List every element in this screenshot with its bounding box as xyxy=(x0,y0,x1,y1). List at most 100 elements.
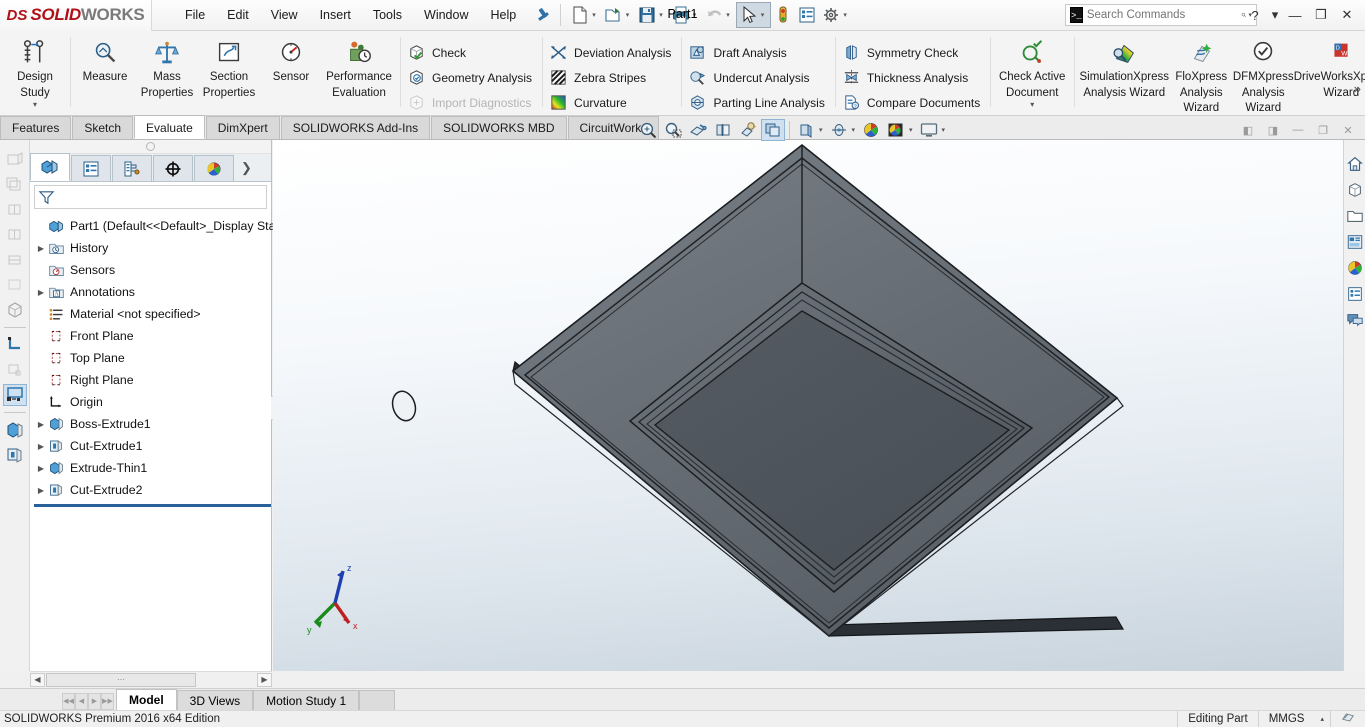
new-sketch-plane-button[interactable] xyxy=(2,384,27,406)
hide-show-items-button[interactable] xyxy=(794,119,818,141)
search-commands-box[interactable]: >_ ▾ xyxy=(1065,4,1257,26)
menu-item-file[interactable]: File xyxy=(174,5,216,25)
status-overlay-icon[interactable] xyxy=(1330,710,1365,727)
menu-item-tools[interactable]: Tools xyxy=(362,5,413,25)
design-library-button[interactable] xyxy=(1345,180,1365,200)
floxpress-button[interactable]: FloXpress Analysis Wizard xyxy=(1170,34,1232,115)
section-properties-button[interactable]: Section Properties xyxy=(198,34,260,99)
restore-button[interactable]: ❐ xyxy=(1309,3,1333,27)
menu-item-window[interactable]: Window xyxy=(413,5,479,25)
tree-node-boss-extrude1[interactable]: ▶ Boss-Extrude1 xyxy=(34,413,271,435)
solidworks-forum-button[interactable] xyxy=(1345,310,1365,330)
view-orientation-right-button[interactable] xyxy=(3,224,27,246)
extruded-cut-button[interactable] xyxy=(3,444,27,466)
view-orientation-left-button[interactable] xyxy=(3,199,27,221)
tab-sketch[interactable]: Sketch xyxy=(72,116,134,139)
view-orientation-top-button[interactable] xyxy=(3,249,27,271)
tree-node-part-root[interactable]: Part1 (Default<<Default>_Display State xyxy=(34,215,286,237)
measure-button[interactable]: Measure xyxy=(74,34,136,84)
close-button[interactable]: ✕ xyxy=(1335,3,1359,27)
options-sheet-button[interactable] xyxy=(795,2,819,28)
graphics-viewport[interactable]: z x y xyxy=(273,140,1343,671)
view-orientation-front-button[interactable] xyxy=(3,149,27,171)
scroll-thumb[interactable]: ⋯ xyxy=(46,672,196,687)
tab-motion-study-1[interactable]: Motion Study 1 xyxy=(253,690,360,710)
chevron-down-icon[interactable]: ▾ xyxy=(726,11,730,19)
tab-3d-views[interactable]: 3D Views xyxy=(176,690,254,710)
sensor-button[interactable]: Sensor xyxy=(260,34,322,84)
panel-grip[interactable] xyxy=(30,140,271,154)
scroll-right-arrow-icon[interactable]: ▶ xyxy=(257,672,272,687)
help-dropdown-icon[interactable]: ▾ xyxy=(1269,3,1281,27)
restore-doc-right-icon[interactable]: ◨ xyxy=(1262,120,1284,140)
geometry-analysis-button[interactable]: Geometry Analysis xyxy=(404,65,538,90)
deviation-analysis-button[interactable]: Deviation Analysis xyxy=(546,40,677,65)
custom-properties-button[interactable] xyxy=(1345,284,1365,304)
dimxpert-manager-tab[interactable] xyxy=(153,155,193,181)
view-orientation-button[interactable] xyxy=(711,119,735,141)
configuration-manager-tab[interactable] xyxy=(112,155,152,181)
chevron-down-icon[interactable]: ▾ xyxy=(819,126,823,134)
check-button[interactable]: Check xyxy=(404,40,538,65)
draft-analysis-button[interactable]: Draft Analysis xyxy=(685,40,830,65)
file-explorer-button[interactable] xyxy=(1345,206,1365,226)
chevron-down-icon[interactable]: ▾ xyxy=(33,100,37,109)
chevron-down-icon[interactable]: ▾ xyxy=(852,126,856,134)
tree-node-material[interactable]: Material <not specified> xyxy=(34,303,271,325)
tree-expand-arrow[interactable]: ▶ xyxy=(34,486,48,495)
options-gear-button[interactable]: ▾ xyxy=(819,2,853,28)
mass-properties-button[interactable]: Mass Properties xyxy=(136,34,198,99)
feature-tree-horizontal-scrollbar[interactable]: ◀ ⋯ ▶ xyxy=(30,671,272,687)
feature-tree-filter[interactable] xyxy=(34,185,267,209)
maximize-doc-icon[interactable]: ❐ xyxy=(1312,120,1334,140)
minimize-button[interactable]: — xyxy=(1283,3,1307,27)
rebuild-button[interactable] xyxy=(771,2,795,28)
tree-expand-arrow[interactable]: ▶ xyxy=(34,288,48,297)
tree-expand-arrow[interactable]: ▶ xyxy=(34,464,48,473)
display-style-button[interactable] xyxy=(761,119,785,141)
chevron-down-icon[interactable]: ▾ xyxy=(843,11,847,19)
restore-doc-left-icon[interactable]: ◧ xyxy=(1237,120,1259,140)
undo-button[interactable]: ▾ xyxy=(702,2,736,28)
curvature-button[interactable]: Curvature xyxy=(546,90,677,115)
tab-nav-prev-icon[interactable]: ◀ xyxy=(75,692,88,710)
tree-node-annotations[interactable]: ▶ A Annotations xyxy=(34,281,271,303)
thickness-analysis-button[interactable]: Thickness Analysis xyxy=(839,65,986,90)
tree-node-sensors[interactable]: Sensors xyxy=(34,259,271,281)
tab-nav-first-icon[interactable]: ◀◀ xyxy=(62,692,75,710)
undercut-analysis-button[interactable]: Undercut Analysis xyxy=(685,65,830,90)
extruded-boss-button[interactable] xyxy=(3,419,27,441)
tab-features[interactable]: Features xyxy=(0,116,72,139)
tree-node-top-plane[interactable]: Top Plane xyxy=(34,347,271,369)
zoom-to-area-button[interactable] xyxy=(661,119,685,141)
scroll-left-arrow-icon[interactable]: ◀ xyxy=(30,672,45,687)
tab-nav-last-icon[interactable]: ▶▶ xyxy=(101,692,114,710)
simulationxpress-button[interactable]: SimulationXpress Analysis Wizard xyxy=(1078,34,1170,99)
search-input[interactable] xyxy=(1086,9,1241,21)
tree-node-cut-extrude1[interactable]: ▶ Cut-Extrude1 xyxy=(34,435,271,457)
previous-view-button[interactable] xyxy=(736,119,760,141)
chevron-down-icon[interactable]: ▾ xyxy=(592,11,596,19)
view-orientation-back-button[interactable] xyxy=(3,174,27,196)
design-study-button[interactable]: Design Study ▾ xyxy=(4,34,66,109)
status-units-caret-icon[interactable]: ▴ xyxy=(1314,715,1330,723)
pushpin-icon[interactable] xyxy=(535,6,553,24)
close-doc-icon[interactable]: ✕ xyxy=(1337,120,1359,140)
feature-manager-more-icon[interactable]: ❯ xyxy=(241,160,252,176)
chevron-down-icon[interactable]: ▾ xyxy=(942,126,946,134)
tab-evaluate[interactable]: Evaluate xyxy=(134,115,205,139)
tab-model[interactable]: Model xyxy=(116,689,177,710)
chevron-down-icon[interactable]: ▾ xyxy=(1030,100,1034,109)
tab-solidworks-mbd[interactable]: SOLIDWORKS MBD xyxy=(431,116,567,139)
menu-item-insert[interactable]: Insert xyxy=(309,5,362,25)
dfmxpress-button[interactable]: DFMXpress Analysis Wizard xyxy=(1232,34,1294,115)
display-manager-tab[interactable] xyxy=(194,155,234,181)
help-button[interactable]: ? xyxy=(1243,3,1267,27)
check-active-document-button[interactable]: Check Active Document ▾ xyxy=(994,34,1070,109)
viewport-layout-button[interactable] xyxy=(917,119,941,141)
view-orientation-bottom-button[interactable] xyxy=(3,274,27,296)
menu-item-edit[interactable]: Edit xyxy=(216,5,260,25)
section-view-button[interactable] xyxy=(686,119,710,141)
tree-expand-arrow[interactable]: ▶ xyxy=(34,420,48,429)
chevron-down-icon[interactable]: ▾ xyxy=(626,11,630,19)
